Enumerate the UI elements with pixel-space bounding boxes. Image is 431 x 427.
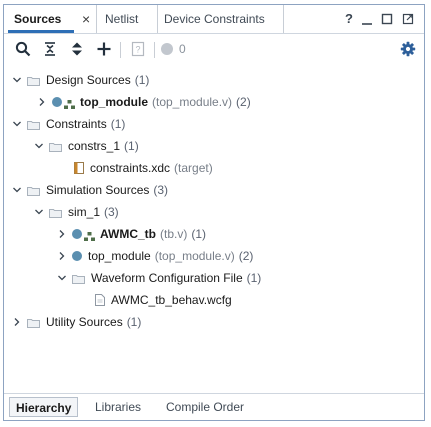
item-count: (3) — [104, 205, 119, 219]
chevron-down-icon[interactable] — [57, 273, 67, 283]
folder-icon — [72, 273, 85, 284]
sources-toolbar: ? 0 — [4, 34, 424, 66]
panel-tab-bar: Sources × Netlist Device Constraints ? — [4, 5, 424, 34]
tab-sources[interactable]: Sources — [8, 5, 74, 33]
tab-libraries[interactable]: Libraries — [89, 397, 147, 417]
folder-icon — [27, 119, 40, 130]
help-icon[interactable]: ? — [345, 5, 353, 33]
tree-item-label: Design Sources — [46, 73, 131, 87]
tab-netlist[interactable]: Netlist — [96, 5, 158, 33]
view-tab-bar: Hierarchy Libraries Compile Order — [4, 393, 424, 420]
collapse-all-icon[interactable] — [39, 38, 61, 60]
close-icon[interactable]: × — [82, 5, 90, 33]
folder-icon — [49, 141, 62, 152]
folder-icon — [27, 185, 40, 196]
chevron-right-icon[interactable] — [57, 229, 67, 239]
chevron-right-icon[interactable] — [37, 97, 47, 107]
tab-compile-order[interactable]: Compile Order — [160, 397, 250, 417]
tree-item-label: constrs_1 — [68, 139, 121, 153]
tree-item-label: Waveform Configuration File — [91, 271, 243, 285]
tree-item-design-sources[interactable]: Design Sources (1) — [4, 69, 431, 91]
tab-hierarchy[interactable]: Hierarchy — [9, 397, 79, 417]
svg-text:?: ? — [135, 45, 140, 55]
tree-item-sim-top-module[interactable]: top_module (top_module.v) (2) — [4, 245, 431, 267]
item-count: (1) — [246, 271, 262, 285]
tree-item-simulation-sources[interactable]: Simulation Sources (3) — [4, 179, 431, 201]
float-window-icon[interactable] — [402, 5, 414, 33]
file-name: (top_module.v) — [154, 249, 235, 263]
item-count: (1) — [124, 139, 139, 153]
tree-item-waveform-config[interactable]: Waveform Configuration File (1) — [4, 267, 431, 289]
source-properties-icon[interactable]: ? — [127, 38, 149, 60]
status-count: 0 — [179, 42, 186, 56]
tree-item-utility-sources[interactable]: Utility Sources (1) — [4, 311, 431, 333]
chevron-down-icon[interactable] — [12, 185, 22, 195]
module-icon — [72, 229, 82, 239]
hierarchy-icon — [64, 98, 75, 109]
file-name: (top_module.v) — [152, 95, 233, 109]
item-count: (1) — [134, 73, 150, 87]
tree-item-constrs-1[interactable]: constrs_1 (1) — [4, 135, 431, 157]
minimize-icon[interactable] — [361, 5, 373, 33]
item-count: (1) — [126, 315, 142, 329]
chevron-right-icon[interactable] — [12, 317, 22, 327]
item-count: (1) — [110, 117, 126, 131]
target-note: (target) — [174, 161, 213, 175]
folder-icon — [49, 207, 62, 218]
search-icon[interactable] — [12, 38, 34, 60]
tree-item-awmc-tb[interactable]: AWMC_tb (tb.v) (1) — [4, 223, 431, 245]
tree-item-label: AWMC_tb — [100, 227, 156, 241]
module-icon — [52, 97, 62, 107]
item-count: (1) — [191, 227, 207, 241]
tree-item-sim-1[interactable]: sim_1 (3) — [4, 201, 431, 223]
tree-item-constraints[interactable]: Constraints (1) — [4, 113, 431, 135]
tree-item-constraints-xdc[interactable]: constraints.xdc (target) — [4, 157, 431, 179]
constraints-file-icon — [74, 162, 84, 174]
hierarchy-icon — [84, 230, 95, 241]
item-count: (3) — [153, 183, 169, 197]
add-sources-icon[interactable] — [93, 38, 115, 60]
tree-item-label: constraints.xdc — [90, 161, 171, 175]
tab-device-constraints[interactable]: Device Constraints — [158, 5, 284, 33]
expand-all-icon[interactable] — [66, 38, 88, 60]
folder-icon — [27, 75, 40, 86]
item-count: (2) — [238, 249, 254, 263]
chevron-down-icon[interactable] — [12, 75, 22, 85]
status-badge[interactable]: 0 — [161, 38, 201, 60]
tree-item-label: Simulation Sources — [46, 183, 150, 197]
tree-item-label: AWMC_tb_behav.wcfg — [111, 293, 232, 307]
tree-item-label: top_module — [88, 249, 151, 263]
toolbar-divider — [120, 42, 121, 58]
tree-item-label: sim_1 — [68, 205, 101, 219]
tree-item-wcfg-file[interactable]: AWMC_tb_behav.wcfg — [4, 289, 431, 311]
chevron-down-icon[interactable] — [34, 141, 44, 151]
tree-item-label: Constraints — [46, 117, 107, 131]
module-icon — [72, 251, 82, 261]
chevron-down-icon[interactable] — [12, 119, 22, 129]
chevron-right-icon[interactable] — [57, 251, 67, 261]
toolbar-divider — [154, 42, 155, 58]
status-dot-icon — [161, 43, 173, 55]
file-icon — [95, 294, 105, 306]
chevron-down-icon[interactable] — [34, 207, 44, 217]
tree-item-label: Utility Sources — [46, 315, 123, 329]
tree-item-top-module[interactable]: top_module (top_module.v) (2) — [4, 91, 431, 113]
sources-panel: Sources × Netlist Device Constraints ? ?… — [3, 4, 425, 421]
file-name: (tb.v) — [160, 227, 188, 241]
item-count: (2) — [236, 95, 251, 109]
gear-icon[interactable] — [397, 38, 419, 60]
restore-icon[interactable] — [381, 5, 393, 33]
tree-item-label: top_module — [80, 95, 148, 109]
folder-icon — [27, 317, 40, 328]
